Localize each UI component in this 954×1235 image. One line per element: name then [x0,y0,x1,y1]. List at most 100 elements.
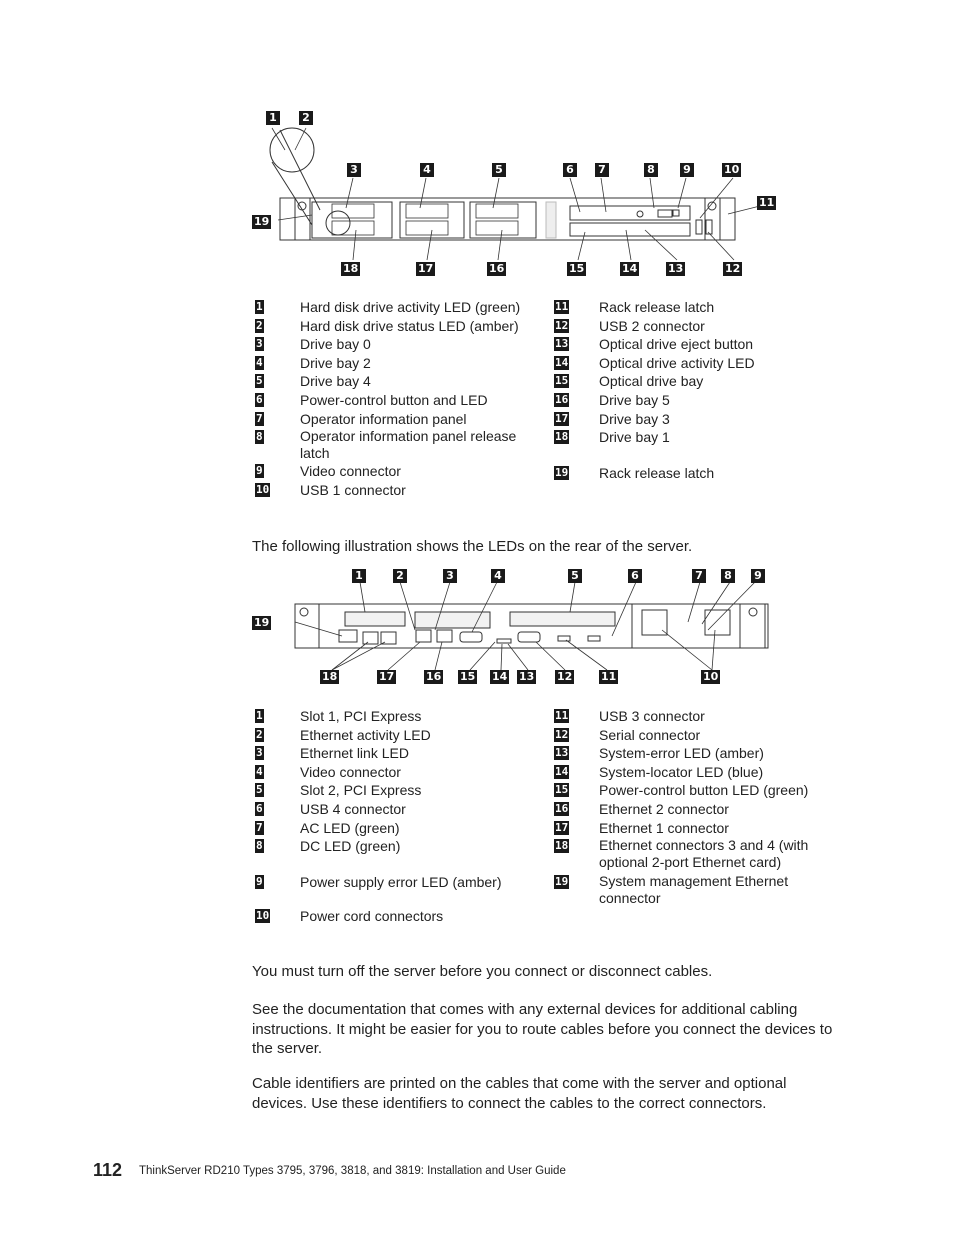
legend-item: 9 Power supply error LED (amber) [255,873,545,892]
legend-badge: 10 [255,482,271,497]
legend-badge: 4 [255,355,264,370]
front-callout-7: 7 [595,163,609,177]
rear-callout-12: 12 [555,670,575,684]
legend-item: 19 System management Ethernet connector [554,873,824,907]
front-callout-1: 1 [266,111,280,125]
legend-text: Ethernet connectors 3 and 4 (with option… [599,837,809,871]
legend-text: Power cord connectors [300,908,444,925]
legend-text: Rack release latch [599,464,715,481]
rear-callout-14: 14 [490,670,510,684]
front-callout-12: 12 [723,262,743,276]
legend-item: 1 Slot 1, PCI Express [255,707,545,726]
legend-item: 18 Ethernet connectors 3 and 4 (with opti… [554,837,824,871]
legend-badge: 13 [554,746,570,761]
legend-badge: 2 [255,727,264,742]
legend-text: System-locator LED (blue) [599,763,764,780]
legend-badge: 10 [255,909,271,924]
legend-item: 2 Hard disk drive status LED (amber) [255,317,545,336]
rear-callout-6: 6 [628,569,642,583]
legend-text: Optical drive activity LED [599,354,755,371]
legend-item: 19 Rack release latch [554,464,844,483]
front-callout-11: 11 [757,196,777,210]
legend-badge: 19 [554,465,570,480]
legend-item: 4 Drive bay 2 [255,354,545,373]
legend-text: Rack release latch [599,299,715,315]
legend-text: Slot 1, PCI Express [300,708,422,724]
legend-item: 18 Drive bay 1 [554,428,844,447]
legend-item: 17 Drive bay 3 [554,410,844,429]
legend-text: System management Ethernet connector [599,873,789,907]
legend-badge: 12 [554,727,570,742]
rear-callout-11: 11 [599,670,619,684]
legend-text: Drive bay 1 [599,429,670,446]
legend-text: Video connector [300,763,401,780]
legend-badge: 12 [554,318,570,333]
front-callout-18: 18 [341,262,361,276]
legend-text: Drive bay 3 [599,410,670,427]
legend-text: Power-control button and LED [300,391,488,408]
legend-text: Operator information panel [300,410,467,427]
legend-badge: 1 [255,300,264,314]
legend-badge: 11 [554,709,570,723]
legend-item: 17 Ethernet 1 connector [554,819,824,838]
front-callout-17: 17 [416,262,436,276]
legend-item: 9 Video connector [255,462,545,481]
legend-text: USB 4 connector [300,800,406,817]
legend-item: 11 Rack release latch [554,298,844,317]
legend-item: 6 USB 4 connector [255,800,545,819]
legend-item: 4 Video connector [255,763,545,782]
legend-item: 3 Ethernet link LED [255,744,545,763]
rear-callout-7: 7 [692,569,706,583]
legend-text: Power supply error LED (amber) [300,873,502,890]
rear-callout-15: 15 [458,670,478,684]
legend-item: 15 Power-control button LED (green) [554,781,824,800]
legend-badge: 16 [554,801,570,816]
legend-badge: 9 [255,464,264,479]
legend-text: Drive bay 0 [300,336,371,353]
rear-callout-13: 13 [517,670,537,684]
rear-callout-1: 1 [352,569,366,583]
front-callout-9: 9 [680,163,694,177]
rear-callout-17: 17 [377,670,397,684]
legend-badge: 6 [255,392,264,407]
legend-item: 7 AC LED (green) [255,819,545,838]
rear-callout-9: 9 [751,569,765,583]
legend-text: Power-control button LED (green) [599,782,809,799]
legend-item: 16 Drive bay 5 [554,391,844,410]
legend-badge: 15 [554,374,570,389]
legend-text: Ethernet 1 connector [599,819,729,836]
legend-item: 14 Optical drive activity LED [554,354,844,373]
legend-badge: 2 [255,318,264,333]
legend-badge: 16 [554,392,570,407]
legend-item: 16 Ethernet 2 connector [554,800,824,819]
legend-text: Ethernet activity LED [300,726,431,743]
legend-badge: 5 [255,374,264,389]
rear-intro-text: The following illustration shows the LED… [252,538,693,555]
rear-legend-left: 1 Slot 1, PCI Express 2 Ethernet activity … [255,707,545,926]
paragraph-turn-off: You must turn off the server before you … [252,963,713,980]
front-callout-6: 6 [563,163,577,177]
front-legend-right: 11 Rack release latch 12 USB 2 connector 1… [554,298,844,482]
legend-item: 13 System-error LED (amber) [554,744,824,763]
legend-item: 12 USB 2 connector [554,317,844,336]
front-server-drawing [269,127,761,261]
legend-badge: 3 [255,337,264,352]
legend-item: 5 Slot 2, PCI Express [255,781,545,800]
legend-item: 3 Drive bay 0 [255,335,545,354]
rear-callout-3: 3 [443,569,457,583]
front-callout-8: 8 [644,163,658,177]
rear-callout-4: 4 [491,569,505,583]
legend-badge: 13 [554,337,570,352]
legend-text: System-error LED (amber) [599,745,764,762]
rear-callout-5: 5 [568,569,582,583]
front-legend-left: 1 Hard disk drive activity LED (green) 2 H… [255,298,545,499]
rear-callout-10: 10 [701,670,721,684]
legend-item: 8 Operator information panel release latc… [255,428,535,462]
legend-text: Drive bay 5 [599,391,670,408]
rear-callout-16: 16 [424,670,444,684]
rear-callout-8: 8 [721,569,735,583]
legend-item: 10 USB 1 connector [255,481,545,500]
legend-badge: 7 [255,411,264,426]
front-callout-13: 13 [666,262,686,276]
legend-text: Operator information panel release latch [300,428,517,462]
